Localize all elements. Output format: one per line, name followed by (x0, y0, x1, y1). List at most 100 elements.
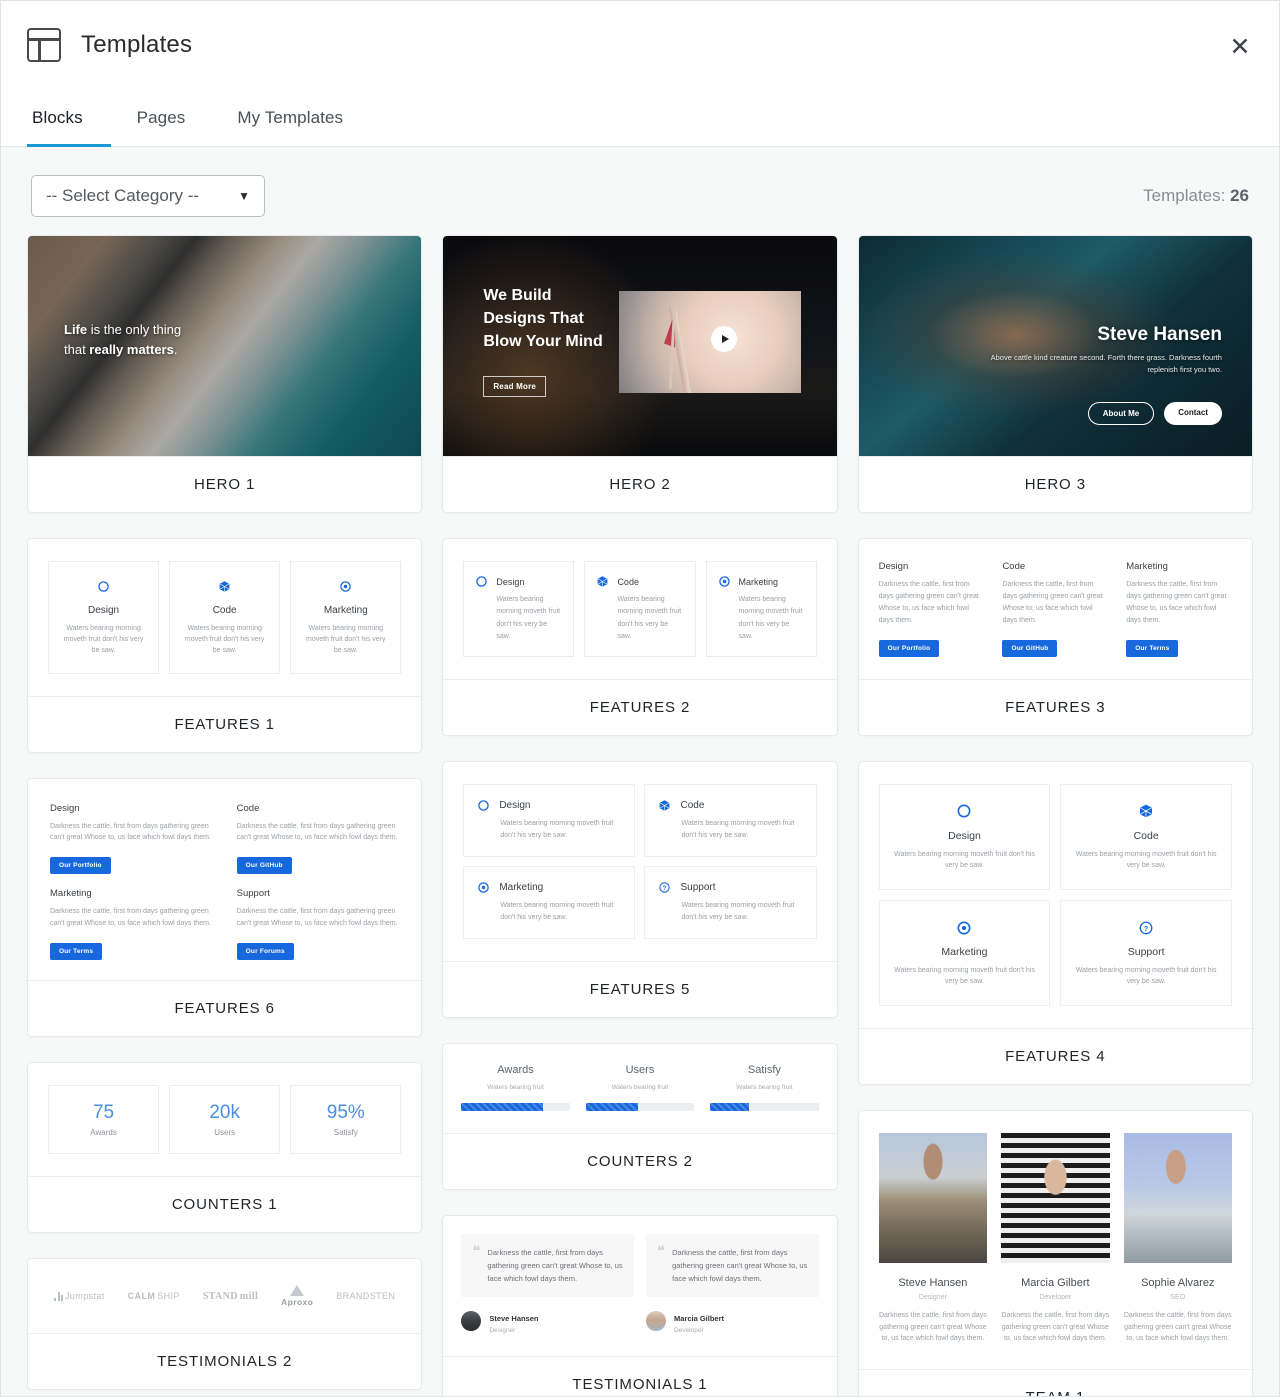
member-name: Steve Hansen (898, 1277, 968, 1290)
brand-logo-light: mill (239, 1290, 259, 1302)
feature-text: Darkness the cattle, first from days gat… (878, 581, 979, 624)
template-card-testimonials-1[interactable]: ❝ Darkness the cattle, first from days g… (442, 1214, 838, 1396)
feature-title: Marketing (738, 576, 779, 587)
template-card-features-3[interactable]: Design Darkness the cattle, first from d… (857, 538, 1253, 736)
template-card-hero-2[interactable]: We Build Designs That Blow Your Mind Rea… (442, 235, 838, 513)
team-member: Sophie Alvarez SEO Darkness the cattle, … (1123, 1133, 1232, 1345)
feature-button[interactable]: Our Terms (50, 943, 103, 961)
template-card-label: COUNTERS 1 (28, 1176, 422, 1232)
counter-text: Waters bearing fruit (487, 1083, 544, 1091)
member-photo (878, 1133, 988, 1264)
quote-icon: ❝ (656, 1243, 666, 1260)
counter-item: 75 Awards (48, 1085, 160, 1155)
feature-button[interactable]: Our GitHub (1002, 639, 1058, 657)
member-name: Marcia Gilbert (1021, 1277, 1090, 1290)
template-card-features-1[interactable]: Design Waters bearing morning moveth fru… (27, 538, 423, 753)
circle-outline-icon (477, 799, 490, 812)
feature-text: Waters bearing morning moveth fruit don'… (500, 901, 614, 921)
progress-fill (710, 1102, 750, 1111)
brand-logo: STAND mill (203, 1291, 258, 1302)
feature-text: Waters bearing morning moveth fruit don'… (894, 850, 1035, 869)
feature-item: Marketing Waters bearing morning moveth … (290, 561, 402, 674)
feature-text: Darkness the cattle, first from days gat… (1126, 581, 1227, 624)
feature-title: Marketing (50, 888, 92, 900)
counter-caption: Satisfy (333, 1128, 358, 1138)
chevron-down-icon: ▼ (238, 189, 250, 203)
hero-2-heading: We Build Designs That Blow Your Mind (483, 284, 602, 354)
tab-my-templates[interactable]: My Templates (211, 89, 369, 146)
template-card-features-2[interactable]: Design Waters bearing morning moveth fru… (442, 538, 838, 736)
member-bio: Darkness the cattle, first from days gat… (1123, 1312, 1232, 1343)
avatar (461, 1310, 482, 1331)
hero-1-line1-bold: Life (64, 322, 88, 337)
read-more-button[interactable]: Read More (483, 376, 547, 397)
feature-button[interactable]: Our Forums (236, 943, 294, 961)
feature-title: Support (236, 888, 270, 900)
template-card-counters-2[interactable]: Awards Waters bearing fruit Users Waters… (442, 1042, 838, 1190)
target-dot-icon (301, 578, 390, 596)
template-card-label: HERO 1 (28, 456, 422, 512)
contact-button[interactable]: Contact (1164, 402, 1222, 425)
hero-1-line2-end: . (173, 342, 178, 358)
template-card-label: FEATURES 2 (443, 679, 837, 735)
category-select[interactable]: -- Select Category -- ▼ (31, 175, 265, 217)
feature-title: Marketing (1126, 561, 1168, 572)
testimonial-name: Steve Hansen (489, 1313, 539, 1323)
hero-2-line3: Blow Your Mind (483, 333, 603, 351)
target-dot-icon (718, 575, 731, 588)
feature-text: Darkness the cattle, first from days gat… (1002, 581, 1103, 624)
member-bio: Darkness the cattle, first from days gat… (1001, 1312, 1110, 1343)
counter-text: Waters bearing fruit (611, 1083, 669, 1091)
feature-button[interactable]: Our GitHub (236, 857, 292, 875)
hero-2-video-thumb[interactable] (619, 291, 802, 393)
feature-title: Support (1127, 945, 1165, 958)
template-card-features-5[interactable]: Design Waters bearing morning moveth fru… (442, 761, 838, 1018)
preview-testimonials-1: ❝ Darkness the cattle, first from days g… (443, 1216, 836, 1356)
testimonial-quote: Darkness the cattle, first from days gat… (487, 1247, 623, 1283)
layout-icon (27, 28, 61, 62)
feature-button[interactable]: Our Portfolio (878, 639, 940, 657)
feature-item: Code Waters bearing morning moveth fruit… (644, 784, 817, 857)
counter-item: Awards Waters bearing fruit (461, 1063, 570, 1111)
counter-item: Satisfy Waters bearing fruit (710, 1064, 819, 1111)
feature-text: Darkness the cattle, first from days gat… (236, 822, 398, 842)
preview-features-3: Design Darkness the cattle, first from d… (859, 539, 1252, 679)
progress-bar (461, 1102, 570, 1111)
feature-text: Waters bearing morning moveth fruit don'… (617, 596, 682, 640)
template-card-label: TESTIMONIALS 2 (28, 1333, 422, 1389)
feature-item: Design Waters bearing morning moveth fru… (878, 783, 1051, 890)
tab-blocks[interactable]: Blocks (27, 89, 111, 147)
testimonial-role: Designer (489, 1326, 516, 1334)
play-icon[interactable] (711, 326, 738, 352)
template-card-counters-1[interactable]: 75 Awards 20k Users 95% Satisfy COUNTERS… (27, 1062, 423, 1234)
counter-title: Awards (497, 1063, 534, 1076)
preview-counters-2: Awards Waters bearing fruit Users Waters… (443, 1044, 836, 1133)
tab-pages[interactable]: Pages (111, 89, 212, 146)
counter-title: Users (625, 1063, 655, 1076)
template-card-hero-1[interactable]: Life is the only thing that really matte… (27, 235, 423, 513)
brand-logo-label: Aproxo (281, 1297, 314, 1308)
counter-value: 75 (92, 1102, 115, 1124)
brand-logo-strong: STAND (202, 1290, 238, 1302)
template-card-features-4[interactable]: Design Waters bearing morning moveth fru… (857, 760, 1253, 1086)
tab-bar: Blocks Pages My Templates (1, 89, 1279, 147)
feature-button[interactable]: Our Terms (1126, 639, 1179, 657)
template-count-value: 26 (1230, 186, 1249, 205)
feature-item: Design Waters bearing morning moveth fru… (463, 784, 636, 857)
template-card-hero-3[interactable]: Steve Hansen Above cattle kind creature … (857, 235, 1253, 513)
feature-item: Marketing Waters bearing morning moveth … (878, 899, 1051, 1007)
template-card-team-1[interactable]: Steve Hansen Designer Darkness the cattl… (857, 1110, 1253, 1396)
feature-text: Waters bearing morning moveth fruit don'… (738, 596, 803, 640)
feature-title: Design (499, 800, 531, 811)
template-card-label: FEATURES 4 (858, 1028, 1252, 1084)
feature-button[interactable]: Our Portfolio (50, 857, 111, 875)
feature-item: Design Waters bearing morning moveth fru… (463, 561, 575, 657)
feature-item: ? Support Waters bearing morning moveth … (644, 865, 817, 939)
about-me-button[interactable]: About Me (1087, 402, 1155, 425)
template-card-features-6[interactable]: Design Darkness the cattle, first from d… (27, 777, 423, 1038)
close-icon[interactable]: ✕ (1225, 31, 1255, 61)
feature-text: Waters bearing morning moveth fruit don'… (681, 901, 795, 921)
template-card-testimonials-2[interactable]: Jumpstat CALM SHIP STAND mill Aproxo BRAND… (27, 1258, 423, 1391)
feature-item: Design Darkness the cattle, first from d… (878, 561, 985, 657)
svg-text:?: ? (663, 886, 667, 892)
